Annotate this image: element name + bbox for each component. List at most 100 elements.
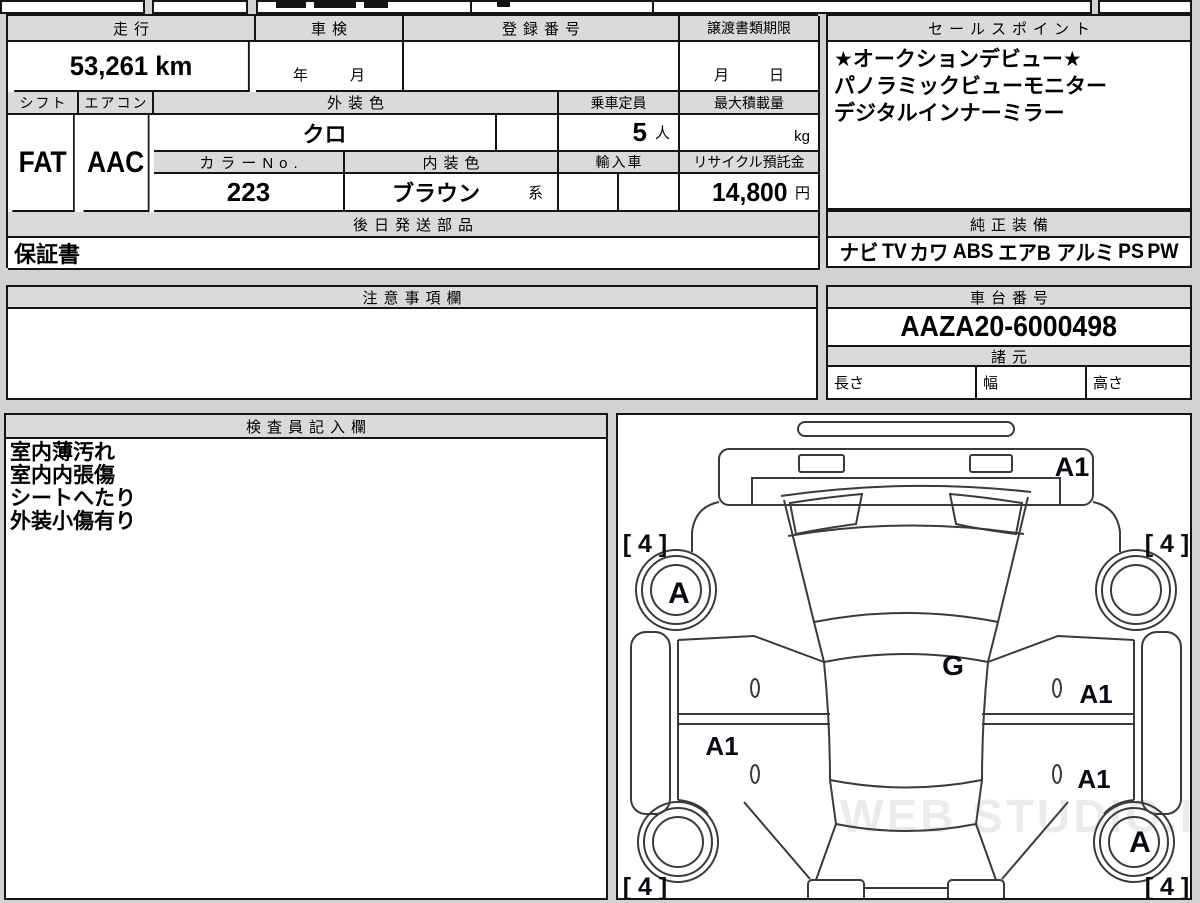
- equipment-box: 純正装備 ナビ TV カワ ABS エアB アルミ PS PW: [826, 210, 1192, 268]
- chassis-box: 車台番号 AAZA20-6000498 諸元 長さ 幅 高さ: [826, 285, 1192, 400]
- cutoff-text-remnant: [364, 0, 388, 8]
- max-load-header: 最大積載量: [680, 92, 820, 115]
- sales-points-header: セールスポイント: [828, 16, 1192, 42]
- later-parts-value: 保証書: [8, 238, 820, 270]
- interior-color-header: 内装色: [345, 152, 559, 174]
- length-label: 長さ: [828, 367, 977, 400]
- recycle-unit: 円: [794, 184, 810, 202]
- equipment-item: PS: [1118, 240, 1145, 263]
- door-handle-front-left: [750, 678, 760, 698]
- capacity-header: 乗車定員: [559, 92, 680, 115]
- import-header: 輸入車: [559, 152, 680, 174]
- cutoff-cell: [0, 0, 145, 14]
- rear-window-side-left: [829, 779, 837, 825]
- chassis-number-text: AAZA20-6000498: [900, 310, 1118, 343]
- transfer-date-cell: 月 日: [680, 42, 820, 92]
- equipment-body: ナビ TV カワ ABS エアB アルミ PS PW: [828, 238, 1192, 268]
- inspection-header: 車検: [256, 16, 404, 42]
- capacity-value: 5: [632, 117, 647, 147]
- chassis-value: AAZA20-6000498: [828, 309, 1192, 347]
- damage-label-windshield: G: [942, 650, 964, 681]
- transfer-day-unit: 日: [769, 67, 785, 84]
- car-damage-diagram: WEB STUDIO.PRO: [616, 413, 1200, 903]
- roof-front-arc-top: [813, 612, 999, 623]
- aircon-header: エアコン: [79, 92, 154, 115]
- cutoff-cell: [1098, 0, 1192, 14]
- front-bumper-bar: [797, 421, 1015, 437]
- spec-header: 諸元: [828, 347, 1192, 367]
- rear-bumper-center: [863, 887, 949, 901]
- notes-body: [8, 309, 818, 400]
- sales-point-line: パノラミックビューモニター: [834, 75, 1107, 98]
- max-load-value-cell: kg: [680, 115, 820, 152]
- door-handle-rear-right: [1052, 764, 1062, 784]
- tire-label-front-left: [ 4 ]: [623, 530, 667, 558]
- sales-points-box: セールスポイント ★オークションデビュー★ パノラミックビューモニター デジタルイン…: [826, 14, 1192, 210]
- recycle-header: リサイクル預託金: [680, 152, 820, 174]
- equipment-item: TV: [881, 240, 907, 263]
- rear-bumper-left: [807, 879, 865, 903]
- car-top-view-svg: WEB STUDIO.PRO: [623, 421, 1200, 903]
- color-no-value: 223: [154, 174, 345, 212]
- roof-side-left: [823, 661, 831, 781]
- exterior-color-value: クロ: [154, 115, 497, 152]
- rear-deck-left: [815, 823, 837, 881]
- inspector-body: 室内薄汚れ 室内内張傷 シートへたり 外装小傷有り: [6, 439, 608, 900]
- interior-color-cell: ブラウン 系: [345, 174, 559, 212]
- interior-color-value: ブラウン: [391, 181, 480, 206]
- vehicle-info-table: 走行 車検 登録番号 譲渡書類期限 53,261 km 年 月 月 日 シフト …: [6, 14, 820, 270]
- inspector-note-line: 室内薄汚れ: [10, 441, 115, 464]
- cutoff-text-remnant: [497, 0, 510, 7]
- recycle-value-cell: 14,800 円: [680, 174, 820, 212]
- damage-label-door-right-rear: A1: [1077, 764, 1110, 794]
- damage-label-front-panel: A1: [1055, 452, 1090, 482]
- inspector-note-line: 室内内張傷: [10, 464, 115, 487]
- door-top-left: [677, 634, 825, 663]
- notes-header: 注意事項欄: [8, 287, 818, 309]
- color-no-header: カラーNo.: [154, 152, 345, 174]
- interior-color-suffix: 系: [527, 184, 543, 202]
- registration-header: 登録番号: [404, 16, 680, 42]
- capacity-value-cell: 5 人: [559, 115, 680, 152]
- tire-label-rear-right: [ 4 ]: [1145, 873, 1189, 898]
- chassis-header: 車台番号: [828, 287, 1192, 309]
- inspector-box: 検査員記入欄 室内薄汚れ 室内内張傷 シートへたり 外装小傷有り: [4, 413, 608, 900]
- a-pillar-left: [783, 499, 825, 663]
- import-cell-1: [559, 174, 619, 212]
- sales-point-line: デジタルインナーミラー: [834, 102, 1065, 125]
- front-marker-right: [969, 454, 1013, 473]
- damage-label-door-right-front: A1: [1079, 679, 1112, 709]
- cutoff-text-remnant: [276, 0, 306, 8]
- shift-header: シフト: [8, 92, 79, 115]
- sales-point-line: ★オークションデビュー★: [834, 48, 1082, 71]
- door-top-right: [987, 634, 1135, 663]
- damage-label-door-left-rear: A1: [705, 731, 738, 761]
- front-fender-right: [1092, 501, 1121, 552]
- side-sill-left: [630, 631, 671, 815]
- rear-quarter-seam-left: [743, 801, 811, 880]
- inspection-year-unit: 年: [292, 67, 308, 84]
- equipment-item: ABS: [952, 240, 994, 263]
- door-handle-front-right: [1052, 678, 1062, 698]
- tire-label-front-right: [ 4 ]: [1145, 530, 1189, 558]
- damage-label-wheel-rear-right: A: [1129, 826, 1151, 859]
- equipment-item: ナビ: [839, 242, 879, 265]
- cutoff-cell: [152, 0, 248, 14]
- inspection-date-cell: 年 月: [256, 42, 404, 92]
- a-pillar-right: [987, 496, 1029, 663]
- side-sill-right: [1141, 631, 1182, 815]
- roof-side-right: [981, 661, 989, 781]
- equipment-item: アルミ: [1056, 242, 1115, 265]
- max-load-unit: kg: [794, 128, 810, 145]
- rear-window-top-arc: [829, 779, 983, 789]
- registration-value: [404, 42, 680, 92]
- cutoff-cell: [652, 0, 1092, 14]
- transfer-month-unit: 月: [713, 67, 729, 84]
- recycle-value: 14,800: [712, 176, 788, 207]
- notes-box: 注意事項欄: [6, 285, 818, 400]
- inspector-header: 検査員記入欄: [6, 415, 608, 439]
- height-label: 高さ: [1087, 367, 1192, 400]
- shift-value: FAT: [12, 115, 75, 212]
- inspector-note-line: 外装小傷有り: [10, 510, 136, 533]
- inspection-month-unit: 月: [350, 67, 366, 84]
